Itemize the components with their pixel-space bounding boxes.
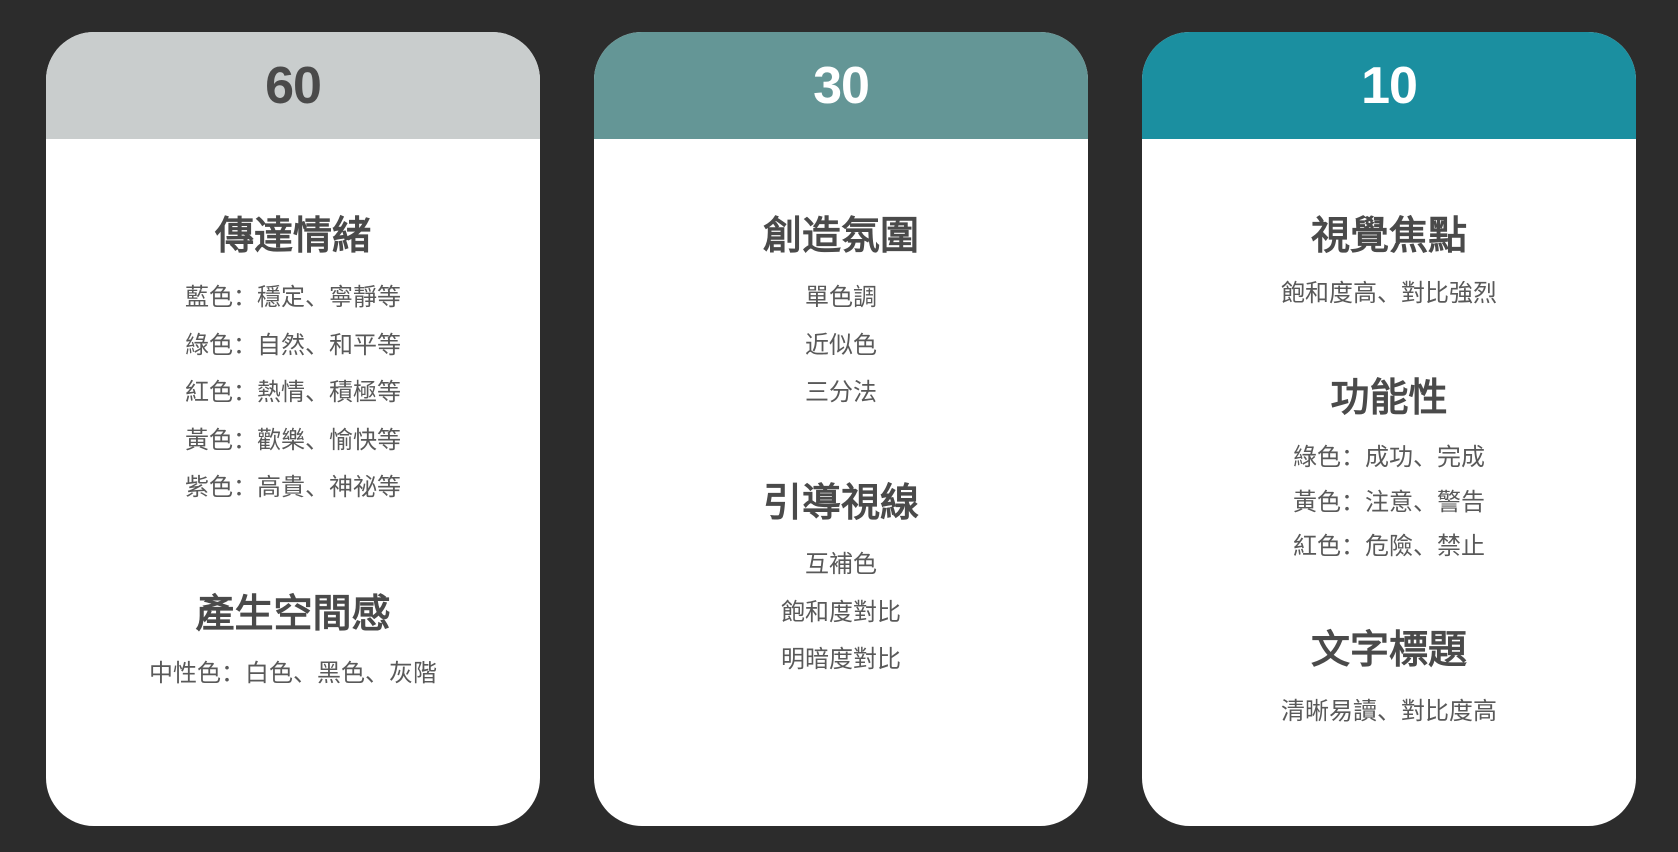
list-item: 飽和度對比 (781, 597, 901, 626)
list-item: 單色調 (805, 283, 877, 311)
section-spatial-sense: 產生空間感 中性色：白色、黑色、灰階 (46, 591, 540, 695)
list-item: 紅色：危險、禁止 (1293, 532, 1485, 560)
list-item: 近似色 (805, 330, 877, 359)
section-heading: 創造氛圍 (762, 214, 919, 259)
list-item: 黃色：注意、警告 (1293, 487, 1485, 516)
section-create-atmosphere: 創造氛圍 單色調 近似色 三分法 (594, 213, 1088, 417)
card-header-60: 60 (46, 32, 540, 139)
section-items: 綠色：成功、完成 黃色：注意、警告 紅色：危險、禁止 (1142, 435, 1636, 569)
list-item: 明暗度對比 (781, 645, 901, 673)
list-item: 飽和度高、對比強烈 (1281, 279, 1497, 307)
section-items: 清晰易讀、對比度高 (1142, 689, 1636, 733)
section-items: 飽和度高、對比強烈 (1142, 271, 1636, 315)
section-items: 互補色 飽和度對比 明暗度對比 (594, 541, 1088, 684)
list-item: 三分法 (805, 378, 877, 406)
card-number: 30 (813, 56, 870, 115)
section-guide-sightline: 引導視線 互補色 飽和度對比 明暗度對比 (594, 480, 1088, 684)
card-60: 60 傳達情緒 藍色：穩定、寧靜等 綠色：自然、和平等 紅色：熱情、積極等 黃色… (46, 32, 540, 826)
card-number: 10 (1361, 56, 1418, 115)
section-heading: 文字標題 (1310, 628, 1467, 673)
section-heading: 視覺焦點 (1310, 214, 1467, 259)
list-item: 綠色：自然、和平等 (185, 330, 401, 359)
section-heading: 傳達情緒 (214, 214, 371, 259)
card-30: 30 創造氛圍 單色調 近似色 三分法 引導視線 互補色 飽和度對比 明暗度對比 (594, 32, 1088, 826)
card-body: 創造氛圍 單色調 近似色 三分法 引導視線 互補色 飽和度對比 明暗度對比 (594, 139, 1088, 826)
card-header-30: 30 (594, 32, 1088, 139)
list-item: 黃色：歡樂、愉快等 (185, 425, 401, 454)
card-10: 10 視覺焦點 飽和度高、對比強烈 功能性 綠色：成功、完成 黃色：注意、警告 … (1142, 32, 1636, 826)
section-heading: 功能性 (1330, 376, 1448, 421)
list-item: 綠色：成功、完成 (1293, 443, 1485, 471)
section-convey-emotion: 傳達情緒 藍色：穩定、寧靜等 綠色：自然、和平等 紅色：熱情、積極等 黃色：歡樂… (46, 213, 540, 512)
list-item: 中性色：白色、黑色、灰階 (149, 659, 437, 687)
section-text-titles: 文字標題 清晰易讀、對比度高 (1142, 627, 1636, 733)
section-items: 藍色：穩定、寧靜等 綠色：自然、和平等 紅色：熱情、積極等 黃色：歡樂、愉快等 … (46, 274, 540, 512)
card-header-10: 10 (1142, 32, 1636, 139)
list-item: 紫色：高貴、神祕等 (185, 473, 401, 501)
section-heading: 引導視線 (762, 481, 919, 526)
card-body: 視覺焦點 飽和度高、對比強烈 功能性 綠色：成功、完成 黃色：注意、警告 紅色：… (1142, 139, 1636, 826)
section-heading: 產生空間感 (195, 592, 391, 637)
list-item: 藍色：穩定、寧靜等 (185, 283, 401, 311)
card-body: 傳達情緒 藍色：穩定、寧靜等 綠色：自然、和平等 紅色：熱情、積極等 黃色：歡樂… (46, 139, 540, 826)
list-item: 紅色：熱情、積極等 (185, 378, 401, 406)
section-items: 單色調 近似色 三分法 (594, 274, 1088, 417)
section-functionality: 功能性 綠色：成功、完成 黃色：注意、警告 紅色：危險、禁止 (1142, 375, 1636, 569)
card-number: 60 (265, 56, 322, 115)
list-item: 清晰易讀、對比度高 (1281, 697, 1497, 725)
section-visual-focus: 視覺焦點 飽和度高、對比強烈 (1142, 213, 1636, 315)
list-item: 互補色 (805, 550, 877, 578)
section-items: 中性色：白色、黑色、灰階 (46, 651, 540, 695)
